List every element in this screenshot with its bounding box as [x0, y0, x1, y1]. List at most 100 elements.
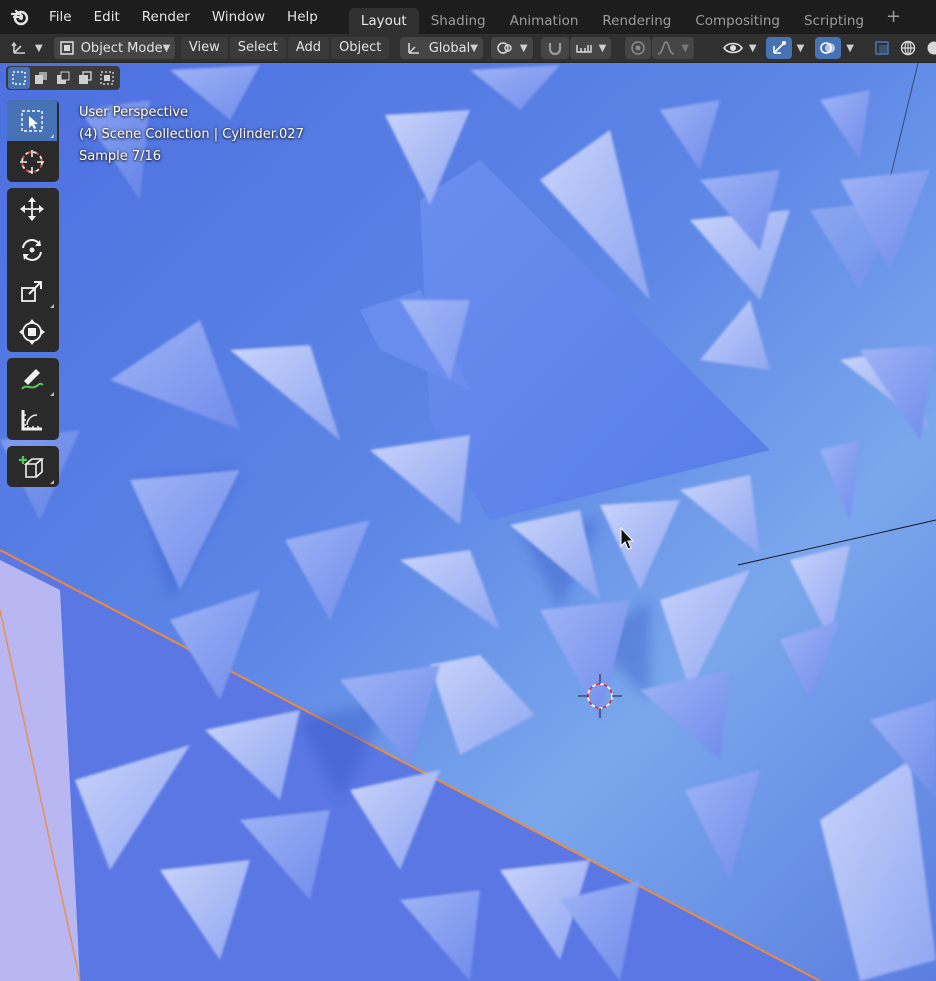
- visibility-dropdown[interactable]: ▼: [718, 37, 762, 59]
- wireframe-shading-button[interactable]: [895, 37, 921, 59]
- rotate-tool[interactable]: [7, 229, 57, 270]
- menu-view[interactable]: View: [180, 37, 228, 59]
- scale-icon: [21, 280, 42, 302]
- wireframe-shading-icon: [900, 40, 916, 56]
- view-name-label: User Perspective: [79, 105, 189, 120]
- tool-group-transform: [7, 188, 59, 352]
- menu-edit[interactable]: Edit: [83, 0, 131, 34]
- chevron-down-icon: ▼: [846, 42, 854, 54]
- collection-info-label: (4) Scene Collection | Cylinder.027: [79, 127, 304, 142]
- select-subtract-icon: [57, 71, 70, 84]
- menu-add[interactable]: Add: [287, 37, 330, 59]
- annotate-pencil-icon: [21, 368, 44, 390]
- rotate-icon: [22, 238, 42, 261]
- transform-icon: [19, 318, 45, 345]
- select-mode-buttons: [6, 66, 120, 90]
- tool-shelf: [7, 100, 59, 493]
- menu-object[interactable]: Object: [331, 37, 390, 59]
- pivot-icon: [497, 42, 512, 54]
- solid-shading-button[interactable]: [921, 37, 936, 59]
- transform-orientation-icon: [407, 43, 419, 54]
- chevron-down-icon: ▼: [162, 42, 171, 54]
- tool-group-select: [7, 100, 59, 182]
- select-intersect-button[interactable]: [96, 67, 118, 89]
- ruler-icon: [21, 409, 42, 430]
- gizmo-icon: [772, 41, 786, 54]
- select-new-icon: [12, 71, 26, 85]
- tool-options-indicator: [50, 392, 54, 396]
- axes-icon: [11, 41, 25, 54]
- tab-compositing[interactable]: Compositing: [683, 8, 792, 34]
- select-box-tool[interactable]: [7, 100, 57, 141]
- select-difference-icon: [79, 71, 92, 84]
- chevron-down-icon: ▼: [598, 42, 607, 54]
- editor-type-dropdown[interactable]: ▼: [6, 37, 48, 59]
- annotate-tool[interactable]: [7, 358, 57, 399]
- snap-toggle[interactable]: [540, 37, 569, 59]
- orientation-dropdown[interactable]: Global ▼: [399, 37, 483, 59]
- menu-select[interactable]: Select: [229, 37, 286, 59]
- chevron-down-icon: ▼: [796, 42, 805, 54]
- menu-file[interactable]: File: [38, 0, 83, 34]
- workspace-tabs: Layout Shading Animation Rendering Compo…: [348, 0, 911, 34]
- gizmo-toggle[interactable]: [765, 37, 792, 59]
- tool-options-indicator: [50, 304, 54, 308]
- add-cube-icon: [19, 455, 45, 478]
- chevron-down-icon: ▼: [470, 42, 478, 54]
- tab-layout[interactable]: Layout: [348, 8, 419, 34]
- mode-dropdown[interactable]: Object Mode ▼: [53, 37, 176, 59]
- pivot-dropdown[interactable]: ▼: [490, 37, 533, 59]
- menu-help[interactable]: Help: [276, 0, 329, 34]
- falloff-dropdown[interactable]: ▼: [652, 37, 695, 59]
- chevron-down-icon: ▼: [748, 42, 757, 54]
- mode-label: Object Mode: [80, 40, 163, 56]
- 3d-viewport[interactable]: User Perspective (4) Scene Collection | …: [0, 63, 936, 981]
- cursor-tool[interactable]: [7, 141, 57, 182]
- blender-logo-icon[interactable]: [10, 7, 30, 27]
- viewport-header: ▼ Object Mode ▼ View Select Add Object G…: [0, 34, 936, 63]
- transform-tool[interactable]: [7, 311, 57, 352]
- eye-icon: [722, 42, 743, 54]
- move-icon: [20, 196, 44, 221]
- overlay-dropdown[interactable]: ▼: [841, 37, 859, 59]
- snap-increment-icon: [575, 45, 592, 53]
- tab-scripting[interactable]: Scripting: [792, 8, 876, 34]
- orientation-label: Global: [428, 40, 471, 56]
- gizmo-dropdown[interactable]: ▼: [792, 37, 810, 59]
- solid-shading-icon: [927, 41, 936, 55]
- snap-target-dropdown[interactable]: ▼: [569, 37, 612, 59]
- select-box-icon: [21, 109, 43, 132]
- select-subtract-button[interactable]: [52, 67, 74, 89]
- select-extend-button[interactable]: [30, 67, 52, 89]
- select-new-button[interactable]: [8, 67, 30, 89]
- tool-group-annotate: [7, 358, 59, 440]
- xray-toggle[interactable]: [869, 37, 895, 59]
- tab-rendering[interactable]: Rendering: [590, 8, 683, 34]
- magnet-icon: [548, 43, 561, 56]
- chevron-down-icon: ▼: [519, 42, 528, 54]
- add-cube-tool[interactable]: [7, 446, 57, 487]
- proportional-edit-icon: [631, 41, 646, 55]
- select-difference-button[interactable]: [74, 67, 96, 89]
- chevron-down-icon: ▼: [35, 42, 43, 54]
- select-extend-icon: [35, 72, 47, 84]
- rendered-scene[interactable]: [0, 63, 936, 981]
- tab-animation[interactable]: Animation: [498, 8, 591, 34]
- menu-window[interactable]: Window: [201, 0, 276, 34]
- tool-group-add: [7, 446, 59, 487]
- add-workspace-button[interactable]: +: [876, 0, 911, 34]
- cube-icon: [59, 41, 74, 55]
- falloff-curve-icon: [658, 41, 675, 55]
- move-tool[interactable]: [7, 188, 57, 229]
- measure-tool[interactable]: [7, 399, 57, 440]
- proportional-edit-toggle[interactable]: [625, 37, 652, 59]
- menu-render[interactable]: Render: [131, 0, 201, 34]
- tab-shading[interactable]: Shading: [419, 8, 498, 34]
- sample-info-label: Sample 7/16: [79, 149, 162, 164]
- tool-options-indicator: [50, 480, 54, 484]
- overlay-toggle[interactable]: [815, 37, 842, 59]
- scale-tool[interactable]: [7, 270, 57, 311]
- overlay-icon: [820, 42, 836, 54]
- tool-options-indicator: [50, 134, 54, 138]
- top-menu-bar: File Edit Render Window Help Layout Shad…: [0, 0, 936, 34]
